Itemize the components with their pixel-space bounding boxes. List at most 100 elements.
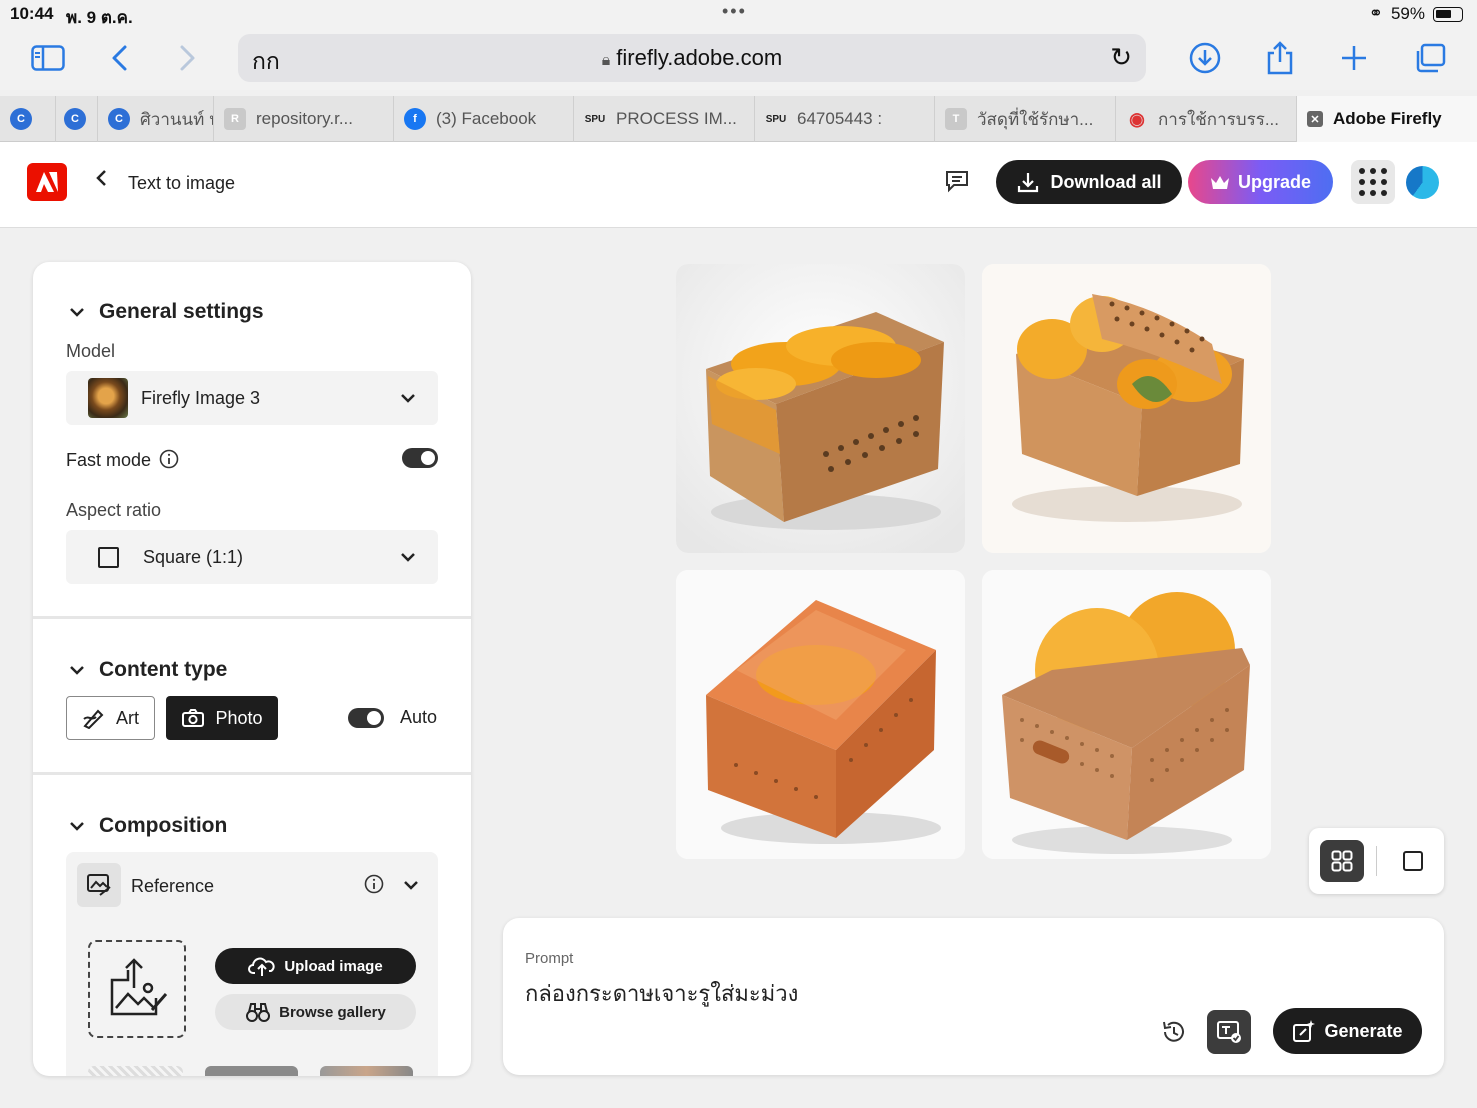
tab-favicon-icon: R	[224, 108, 246, 130]
share-icon[interactable]	[1258, 38, 1302, 78]
back-chevron-icon[interactable]	[94, 168, 108, 194]
single-view-button[interactable]	[1391, 840, 1435, 882]
grid-icon	[1331, 850, 1353, 872]
address-bar[interactable]: กก 🔒︎ firefly.adobe.com ↻	[238, 34, 1146, 82]
text-image-icon	[1217, 1021, 1241, 1043]
browser-toolbar: กก 🔒︎ firefly.adobe.com ↻	[0, 28, 1477, 90]
model-thumbnail	[88, 378, 128, 418]
gallery-thumb[interactable]	[205, 1066, 298, 1076]
info-icon[interactable]	[364, 874, 384, 894]
content-type-header[interactable]: Content type	[69, 658, 227, 682]
generate-sparkle-icon	[1293, 1020, 1316, 1042]
facebook-icon: f	[404, 108, 426, 130]
binoculars-icon	[246, 1003, 271, 1022]
feedback-chat-icon[interactable]	[944, 169, 970, 199]
status-right: ⚭ 59%	[1369, 4, 1463, 24]
tab-7[interactable]: SPU 64705443 :	[755, 96, 935, 142]
close-tab-icon[interactable]: ✕	[1307, 111, 1323, 127]
tab-6[interactable]: SPU PROCESS IM...	[574, 96, 755, 142]
upload-image-button[interactable]: Upload image	[215, 948, 416, 984]
reload-icon[interactable]: ↻	[1110, 42, 1132, 73]
chevron-down-icon	[70, 666, 84, 675]
fast-mode-label: Fast mode	[66, 450, 152, 470]
tab-9[interactable]: ◉ การใช้การบรร...	[1116, 96, 1297, 142]
art-label: Art	[115, 707, 139, 728]
tab-label: 64705443 :	[797, 109, 883, 128]
generate-label: Generate	[1324, 1020, 1403, 1041]
composition-title: Composition	[99, 814, 228, 837]
download-all-button[interactable]: Download all	[996, 160, 1182, 204]
composition-header[interactable]: Composition	[69, 814, 227, 838]
app-switcher-icon[interactable]	[1351, 160, 1395, 204]
tab-active[interactable]: ✕ Adobe Firefly	[1297, 96, 1477, 142]
generated-image-2[interactable]	[982, 264, 1271, 553]
chevron-down-icon	[70, 822, 84, 831]
battery-percent: 59%	[1390, 4, 1425, 23]
photo-button[interactable]: Photo	[166, 696, 278, 740]
tab-3[interactable]: C ศิวานนท์ นั	[98, 96, 214, 142]
general-settings-header[interactable]: General settings	[69, 300, 264, 324]
tab-8[interactable]: T วัสดุที่ใช้รักษา...	[935, 96, 1116, 142]
model-select[interactable]: Firefly Image 3	[66, 371, 438, 425]
content-type-title: Content type	[99, 658, 228, 681]
cloud-upload-icon	[248, 957, 275, 976]
gallery-thumb[interactable]	[88, 1066, 183, 1076]
tab-label: ศิวานนท์ นั	[140, 109, 214, 129]
auto-toggle[interactable]	[348, 708, 384, 728]
gallery-thumb[interactable]	[320, 1066, 413, 1076]
generated-image-4[interactable]	[982, 570, 1271, 859]
generate-button[interactable]: Generate	[1273, 1008, 1422, 1054]
app-header: Text to image Download all Upgrade	[0, 142, 1477, 228]
tab-label: (3) Facebook	[436, 109, 537, 128]
tab-favicon-icon: C	[10, 108, 32, 130]
prompt-input[interactable]: กล่องกระดาษเจาะรูใส่มะม่วง	[525, 976, 1225, 1011]
avatar[interactable]	[1406, 166, 1439, 199]
upgrade-button[interactable]: Upgrade	[1188, 160, 1333, 204]
aspect-ratio-select[interactable]: Square (1:1)	[66, 530, 438, 584]
chevron-down-icon	[401, 553, 415, 562]
chevron-down-icon	[401, 394, 415, 403]
settings-panel: General settings Model Firefly Image 3 F…	[33, 262, 471, 1076]
tabs-overview-icon[interactable]	[1408, 38, 1452, 78]
prompt-box: Prompt กล่องกระดาษเจาะรูใส่มะม่วง Genera…	[503, 918, 1444, 1075]
forward-icon[interactable]	[165, 38, 209, 78]
tab-favicon-icon: ◉	[1129, 108, 1145, 129]
model-value: Firefly Image 3	[141, 387, 261, 408]
mango-box-image	[676, 570, 965, 859]
download-all-label: Download all	[1050, 171, 1162, 192]
tab-5[interactable]: f (3) Facebook	[394, 96, 574, 142]
chevron-down-icon[interactable]	[403, 880, 419, 890]
history-icon[interactable]	[1160, 1018, 1188, 1046]
sidebar-toggle-icon[interactable]	[26, 38, 70, 78]
style-reference-button[interactable]	[1207, 1010, 1251, 1054]
browse-gallery-button[interactable]: Browse gallery	[215, 994, 416, 1030]
breadcrumb[interactable]: Text to image	[128, 173, 235, 194]
art-button[interactable]: Art	[66, 696, 155, 740]
multitasking-dots-icon[interactable]: •••	[722, 1, 747, 22]
crown-icon	[1210, 176, 1229, 189]
tab-1[interactable]: C	[0, 96, 56, 142]
fast-mode-toggle[interactable]	[402, 448, 438, 468]
url-value: firefly.adobe.com	[616, 45, 783, 70]
tab-4[interactable]: Rrepository.r...	[214, 96, 394, 142]
generated-image-3[interactable]	[676, 570, 965, 859]
tab-label: repository.r...	[256, 109, 353, 128]
browse-gallery-label: Browse gallery	[279, 1003, 386, 1021]
info-icon[interactable]	[159, 449, 179, 469]
tab-favicon-icon: T	[945, 108, 967, 130]
tab-2[interactable]: C	[56, 96, 98, 142]
model-label: Model	[66, 341, 116, 361]
general-settings-title: General settings	[99, 300, 264, 323]
spu-logo-icon: SPU	[765, 113, 787, 125]
new-tab-icon[interactable]	[1332, 38, 1376, 78]
generated-image-1[interactable]	[676, 264, 965, 553]
single-square-icon	[1403, 851, 1423, 871]
adobe-logo-icon[interactable]	[27, 163, 67, 201]
tab-label: วัสดุที่ใช้รักษา...	[977, 109, 1094, 129]
image-dropzone[interactable]	[88, 940, 186, 1038]
downloads-icon[interactable]	[1183, 38, 1227, 78]
grid-view-button[interactable]	[1320, 840, 1364, 882]
back-icon[interactable]	[98, 38, 142, 78]
view-switcher	[1309, 828, 1444, 894]
mango-box-image	[982, 570, 1271, 859]
